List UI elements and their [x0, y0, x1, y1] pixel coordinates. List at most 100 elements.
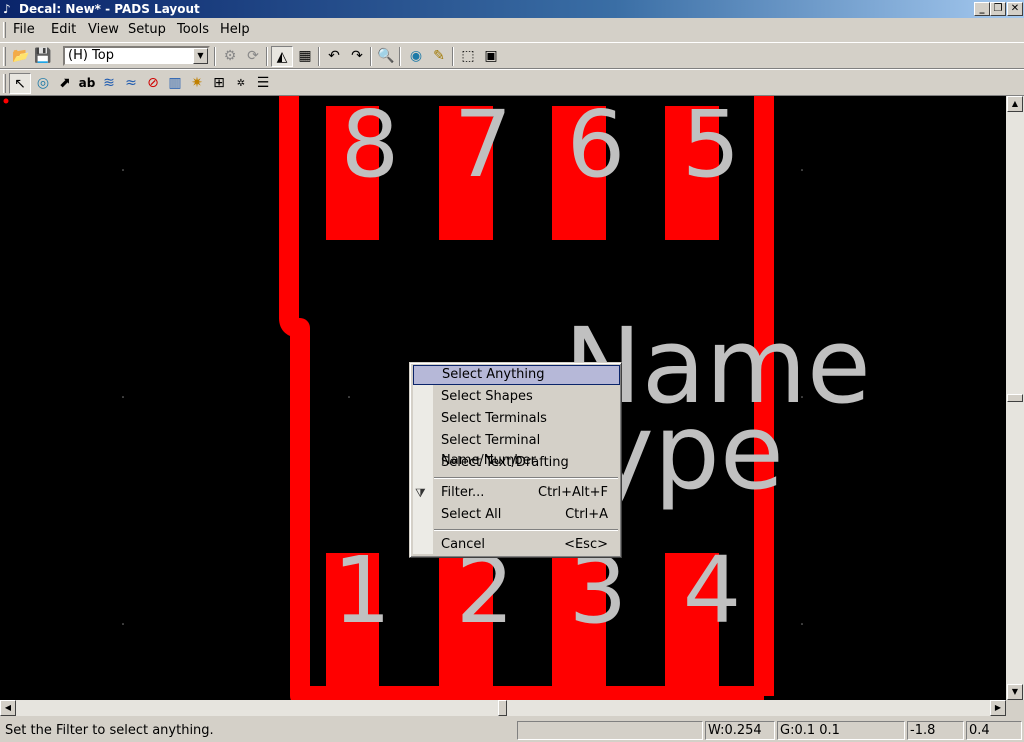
toolbar-separator — [266, 47, 268, 66]
pad-number-6: 6 — [567, 96, 626, 198]
view-icon[interactable]: ◉ — [405, 46, 427, 67]
menu-item-shortcut: Ctrl+Alt+F — [538, 485, 608, 500]
horizontal-scrollbar[interactable]: ◀ ▶ — [0, 700, 1006, 716]
menu-view[interactable]: View — [88, 22, 119, 38]
toolbar-separator — [318, 47, 320, 66]
library-icon[interactable]: ▥ — [164, 73, 186, 94]
title-bar[interactable]: ♪ Decal: New* - PADS Layout _ ❐ ✕ — [0, 0, 1024, 18]
pad-number-1: 1 — [333, 537, 392, 644]
drafting-toolbar: ↖ ◎ ⬈ ab ≋ ≈ ⊘ ▥ ✷ ⊞ ✲ ☰ — [0, 69, 1024, 96]
text-icon[interactable]: ab — [76, 73, 98, 94]
status-x-coord: -1.8 — [907, 721, 964, 740]
undo-icon[interactable]: ↶ — [323, 46, 345, 67]
scroll-right-icon[interactable]: ▶ — [990, 700, 1006, 716]
pan-icon[interactable]: ⬚ — [457, 46, 479, 67]
menu-tools[interactable]: Tools — [177, 22, 209, 38]
wizard-icon[interactable]: ✷ — [186, 73, 208, 94]
scroll-up-icon[interactable]: ▲ — [1007, 96, 1023, 112]
toolbar-separator — [452, 47, 454, 66]
origin-marker — [3, 98, 9, 104]
scroll-left-icon[interactable]: ◀ — [0, 700, 16, 716]
dxf-import-icon[interactable]: ✲ — [230, 73, 252, 94]
menu-item-shortcut: Ctrl+A — [565, 507, 608, 522]
chevron-down-icon[interactable]: ▼ — [193, 48, 208, 64]
menu-select-shapes[interactable]: Select Shapes — [413, 387, 620, 407]
menu-item-label: Select All — [441, 507, 502, 522]
terminal-icon[interactable]: ◎ — [32, 73, 54, 94]
drafting-icon[interactable]: ⊞ — [208, 73, 230, 94]
copper-icon[interactable]: ≋ — [98, 73, 120, 94]
menu-select-text-drafting[interactable]: Select Text/Drafting — [413, 453, 620, 473]
copper-cutout-icon[interactable]: ≈ — [120, 73, 142, 94]
app-icon: ♪ — [3, 2, 11, 16]
status-message: Set the Filter to select anything. — [5, 723, 214, 738]
menubar-grip[interactable] — [3, 22, 6, 38]
menu-help[interactable]: Help — [220, 22, 250, 38]
menu-item-label: Select Anything — [442, 367, 545, 382]
minimize-button[interactable]: _ — [974, 2, 990, 16]
menu-item-label: Cancel — [441, 537, 486, 552]
grid-dot — [122, 169, 124, 171]
grid-dot — [348, 396, 350, 398]
scroll-corner — [1006, 700, 1024, 716]
layer-mode-icon[interactable]: ◭ — [271, 46, 293, 67]
scroll-down-icon[interactable]: ▼ — [1007, 684, 1023, 700]
menu-item-label: Select Terminals — [441, 411, 547, 426]
context-menu: Select Anything Select Shapes Select Ter… — [409, 362, 622, 558]
toolbar-separator — [214, 47, 216, 66]
vertical-scrollbar[interactable]: ▲ ▼ — [1006, 96, 1024, 700]
status-bar: Set the Filter to select anything. W:0.2… — [0, 718, 1024, 742]
layer-select-value: (H) Top — [68, 48, 114, 63]
status-empty-field — [517, 721, 703, 740]
filter-funnel-icon: ⧩ — [415, 486, 426, 500]
toolbar-separator — [399, 47, 401, 66]
toolbar-grip[interactable] — [3, 74, 6, 93]
menu-edit[interactable]: Edit — [51, 22, 76, 38]
close-button[interactable]: ✕ — [1007, 2, 1023, 16]
refresh-icon[interactable]: ⟳ — [242, 46, 264, 67]
menu-select-anything[interactable]: Select Anything — [413, 365, 620, 385]
grid-dot — [122, 396, 124, 398]
display-colors-icon[interactable]: ▦ — [294, 46, 316, 67]
menu-cancel[interactable]: Cancel <Esc> — [413, 535, 620, 555]
horizontal-scroll-thumb[interactable] — [498, 700, 507, 716]
lines-icon[interactable]: ☰ — [252, 73, 274, 94]
layer-select[interactable]: (H) Top ▼ — [63, 46, 210, 66]
menu-item-label: Select Shapes — [441, 389, 533, 404]
menu-bar: File Edit View Setup Tools Help — [0, 19, 1024, 41]
menu-item-label: Filter... — [441, 485, 485, 500]
open-folder-icon[interactable]: 📂 — [10, 46, 32, 67]
properties-icon[interactable]: ⚙ — [219, 46, 241, 67]
toolbar-separator — [370, 47, 372, 66]
design-canvas[interactable]: 8 7 6 5 1 2 3 4 Name Type Select Anythin… — [0, 96, 1006, 700]
menu-file[interactable]: File — [13, 22, 35, 38]
grid-dot — [801, 169, 803, 171]
window-title: Decal: New* - PADS Layout — [19, 2, 200, 16]
redraw-icon[interactable]: ✎ — [428, 46, 450, 67]
menu-select-terminals[interactable]: Select Terminals — [413, 409, 620, 429]
select-arrow-icon[interactable]: ↖ — [9, 73, 31, 94]
zoom-icon[interactable]: 🔍 — [375, 46, 397, 67]
keepout-icon[interactable]: ⊘ — [142, 73, 164, 94]
status-grid: G:0.1 0.1 — [777, 721, 905, 740]
menu-select-all[interactable]: Select All Ctrl+A — [413, 505, 620, 525]
window-icon[interactable]: ▣ — [480, 46, 502, 67]
menu-filter[interactable]: ⧩ Filter... Ctrl+Alt+F — [413, 483, 620, 503]
pad-number-4: 4 — [683, 537, 742, 644]
status-y-coord: 0.4 — [966, 721, 1022, 740]
status-width: W:0.254 — [705, 721, 775, 740]
restore-button[interactable]: ❐ — [990, 2, 1006, 16]
menu-select-terminal-name-number[interactable]: Select Terminal Name/Number — [413, 431, 620, 468]
save-icon[interactable]: 💾 — [32, 46, 54, 67]
menu-item-shortcut: <Esc> — [564, 537, 608, 552]
select-shape-icon[interactable]: ⬈ — [54, 73, 76, 94]
pad-number-8: 8 — [341, 96, 400, 198]
toolbar-grip[interactable] — [3, 47, 6, 66]
vertical-scroll-thumb[interactable] — [1007, 394, 1023, 402]
redo-icon[interactable]: ↷ — [346, 46, 368, 67]
pad-number-7: 7 — [454, 96, 513, 198]
menu-separator — [434, 477, 618, 479]
menu-item-label: Select Text/Drafting — [441, 455, 569, 470]
menu-separator — [434, 529, 618, 531]
menu-setup[interactable]: Setup — [128, 22, 166, 38]
